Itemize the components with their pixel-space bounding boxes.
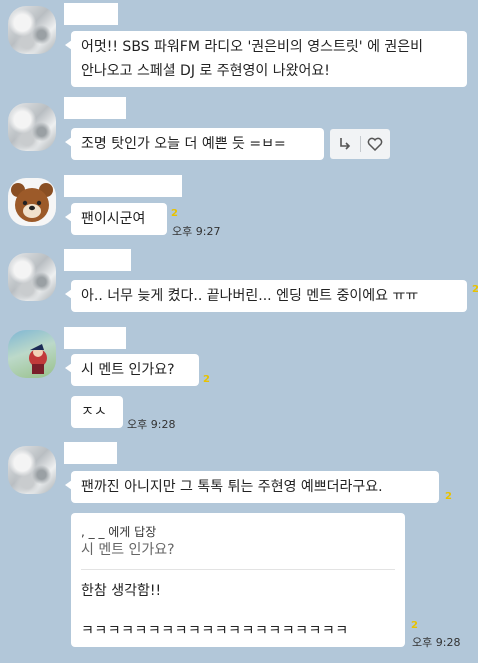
message-text: 팬까진 아니지만 그 톡톡 튀는 주현영 예쁘더라구요. [81,479,383,495]
divider [81,569,395,570]
message-text: 어멋!! SBS 파워FM 라디오 '권은비의 영스트릿' 에 권은비 [81,39,424,55]
message-bubble[interactable]: ㅈㅅ [71,396,123,428]
reply-arrow-icon[interactable] [330,129,360,159]
message-text: 한참 생각함!! [81,583,162,599]
sender-name [64,327,126,349]
message-bubble[interactable]: 시 멘트 인가요? [65,354,199,386]
sender-name [64,97,126,119]
avatar[interactable] [8,178,56,226]
quoted-message[interactable]: 시 멘트 인가요? [81,539,175,561]
message-bubble[interactable]: 팬까진 아니지만 그 톡톡 튀는 주현영 예쁘더라구요. [65,471,439,503]
sender-name [64,442,117,464]
avatar[interactable] [8,330,56,378]
message-text: ㅈㅅ [81,404,107,420]
bear-face-icon [11,183,53,222]
reply-message-bubble[interactable]: , _ _ 에게 답장 시 멘트 인가요? 한참 생각함!! ㅋㅋㅋㅋㅋㅋㅋㅋㅋ… [71,513,405,647]
avatar[interactable] [8,103,56,151]
sender-name [64,3,118,25]
unread-count: 2 [445,491,452,502]
avatar[interactable] [8,6,56,54]
message-text: ㅋㅋㅋㅋㅋㅋㅋㅋㅋㅋㅋㅋㅋㅋㅋㅋㅋㅋㅋㅋ [81,623,349,639]
sender-name [64,175,182,197]
sender-name [64,249,131,271]
timestamp: 오후 9:28 [127,418,176,431]
message-text: 아.. 너무 늦게 켰다.. 끝나버린... 엔딩 멘트 중이에요 ㅠㅠ [81,288,419,304]
heart-icon[interactable] [361,129,391,159]
unread-count: 2 [171,208,178,219]
message-bubble[interactable]: 아.. 너무 늦게 켰다.. 끝나버린... 엔딩 멘트 중이에요 ㅠㅠ [65,280,467,312]
message-actions [330,129,390,159]
message-bubble[interactable]: 어멋!! SBS 파워FM 라디오 '권은비의 영스트릿' 에 권은비 안나오고… [65,31,467,87]
message-text: 시 멘트 인가요? [81,362,175,378]
unread-count: 2 [203,374,210,385]
character-icon [29,344,47,374]
avatar[interactable] [8,446,56,494]
avatar[interactable] [8,253,56,301]
message-text: 조명 탓인가 오늘 더 예쁜 듯 =ㅂ= [81,136,286,152]
message-text: 안나오고 스페셜 DJ 로 주현영이 나왔어요! [81,63,330,79]
message-bubble[interactable]: 팬이시군여 [65,203,167,235]
unread-count: 2 [472,284,478,295]
timestamp: 오후 9:27 [172,225,221,238]
unread-count: 2 [411,620,418,631]
message-text: 팬이시군여 [81,211,146,227]
timestamp: 오후 9:28 [412,636,461,649]
message-bubble[interactable]: 조명 탓인가 오늘 더 예쁜 듯 =ㅂ= [65,128,324,160]
